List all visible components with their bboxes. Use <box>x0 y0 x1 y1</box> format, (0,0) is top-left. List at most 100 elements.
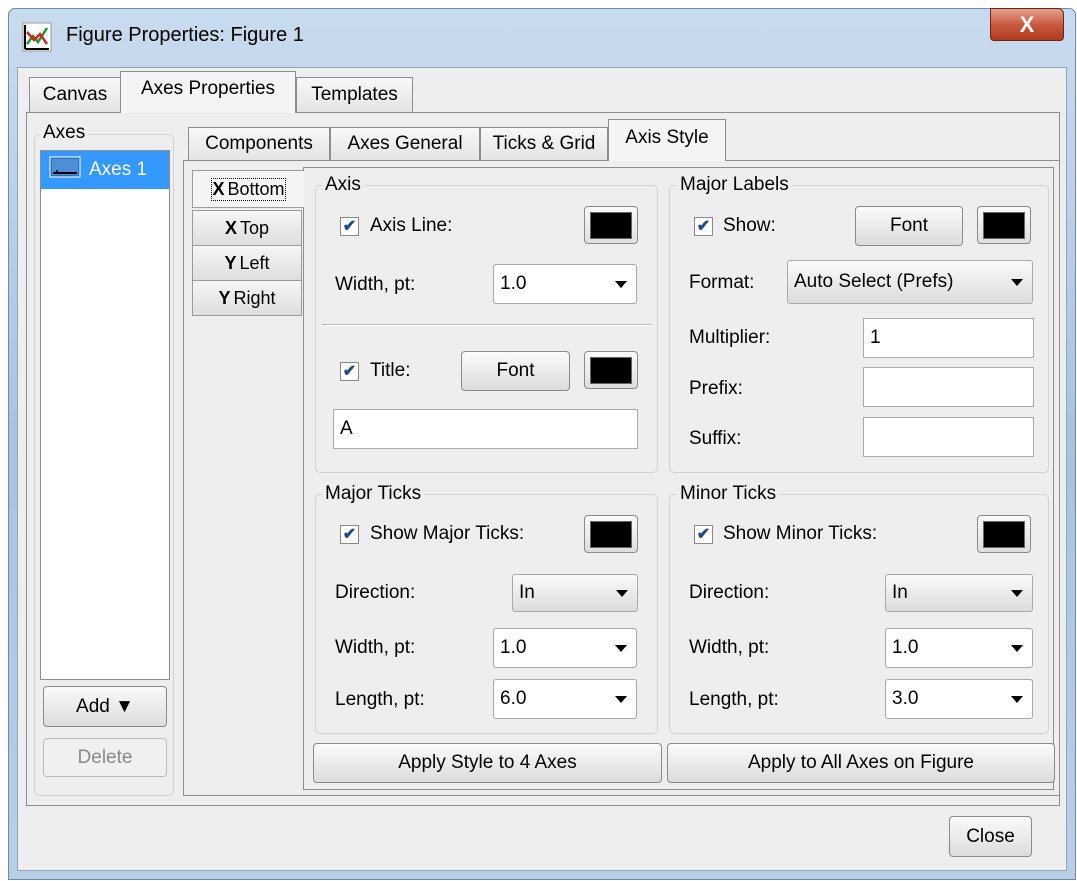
labels-color-button[interactable] <box>977 206 1031 244</box>
axis-width-label: Width, pt: <box>335 274 416 295</box>
side-tab-y-left[interactable]: Y Left <box>192 245 302 281</box>
title-color-button[interactable] <box>584 351 638 389</box>
window-title: Figure Properties: Figure 1 <box>66 24 304 46</box>
side-tab-y-right[interactable]: Y Right <box>192 280 302 316</box>
show-minor-ticks-label: Show Minor Ticks: <box>723 523 878 544</box>
axis-group-title: Axis <box>322 174 364 196</box>
delete-axes-label: Delete <box>77 746 133 768</box>
major-direction-select[interactable]: In <box>512 574 638 612</box>
suffix-input[interactable] <box>863 417 1034 457</box>
format-select[interactable]: Auto Select (Prefs) <box>787 260 1033 304</box>
window-close-button[interactable]: X <box>990 8 1064 41</box>
chevron-down-icon <box>1011 279 1023 286</box>
show-major-ticks-checkbox[interactable]: ✔ <box>340 525 359 544</box>
add-axes-label: Add ▼ <box>76 695 134 717</box>
apply-all-axes-label: Apply to All Axes on Figure <box>747 752 974 773</box>
tab-templates[interactable]: Templates <box>296 77 413 112</box>
apply-style-label: Apply Style to 4 Axes <box>398 752 577 773</box>
multiplier-label: Multiplier: <box>689 327 771 348</box>
title-font-label: Font <box>496 360 535 381</box>
axes-icon <box>49 156 81 184</box>
close-button[interactable]: Close <box>949 816 1032 857</box>
tab-components[interactable]: Components <box>188 127 330 160</box>
minor-ticks-color-button[interactable] <box>977 515 1031 553</box>
chevron-down-icon <box>1011 645 1023 652</box>
tab-axes-general-label: Axes General <box>347 133 463 154</box>
tab-templates-label: Templates <box>311 84 398 105</box>
side-tab-axis-letter: Y <box>218 287 231 308</box>
major-width-label: Width, pt: <box>335 637 416 658</box>
prefix-input[interactable] <box>863 367 1034 407</box>
axes-item-label: Axes 1 <box>89 159 148 180</box>
check-icon: ✔ <box>342 362 357 380</box>
major-ticks-title: Major Ticks <box>322 483 425 505</box>
title-input[interactable]: A <box>333 409 638 449</box>
axis-width-value: 1.0 <box>500 273 527 294</box>
apply-style-button[interactable]: Apply Style to 4 Axes <box>313 743 662 783</box>
tab-axes-properties[interactable]: Axes Properties <box>120 71 296 113</box>
tab-axis-style[interactable]: Axis Style <box>608 119 726 161</box>
tab-ticks-grid-label: Ticks & Grid <box>492 133 596 154</box>
major-direction-label: Direction: <box>335 582 416 603</box>
tab-components-label: Components <box>205 133 313 154</box>
color-swatch <box>590 520 632 548</box>
minor-width-select[interactable]: 1.0 <box>885 628 1033 668</box>
close-icon: X <box>1019 11 1035 37</box>
chevron-down-icon <box>1011 696 1023 703</box>
tab-axes-general[interactable]: Axes General <box>330 127 480 160</box>
major-length-select[interactable]: 6.0 <box>493 679 637 719</box>
axis-line-label: Axis Line: <box>370 215 453 236</box>
chevron-down-icon <box>615 281 627 288</box>
multiplier-input[interactable]: 1 <box>863 318 1034 358</box>
axis-line-color-button[interactable] <box>584 206 638 244</box>
side-tab-axis-letter: Y <box>224 252 237 273</box>
show-major-ticks-label: Show Major Ticks: <box>370 523 525 544</box>
minor-length-value: 3.0 <box>892 688 919 709</box>
tab-axis-style-label: Axis Style <box>625 126 709 148</box>
show-minor-ticks-checkbox[interactable]: ✔ <box>694 525 713 544</box>
check-icon: ✔ <box>342 217 357 235</box>
labels-font-button[interactable]: Font <box>855 206 963 246</box>
apply-all-axes-button[interactable]: Apply to All Axes on Figure <box>667 743 1055 783</box>
tab-axes-properties-label: Axes Properties <box>140 77 276 99</box>
axes-list[interactable] <box>40 150 170 680</box>
title-input-value: A <box>340 418 353 439</box>
format-label: Format: <box>689 272 755 293</box>
chevron-down-icon <box>615 696 627 703</box>
format-value: Auto Select (Prefs) <box>794 271 954 292</box>
tab-canvas[interactable]: Canvas <box>29 77 121 112</box>
major-direction-value: In <box>519 582 535 603</box>
delete-axes-button[interactable]: Delete <box>43 738 167 777</box>
check-icon: ✔ <box>342 525 357 543</box>
list-item[interactable]: Axes 1 <box>41 151 169 189</box>
minor-length-select[interactable]: 3.0 <box>885 679 1033 719</box>
title-font-button[interactable]: Font <box>461 351 570 391</box>
figure-chart-icon <box>22 22 52 52</box>
chevron-down-icon <box>616 590 628 597</box>
side-tab-label: Top <box>239 217 270 238</box>
major-length-value: 6.0 <box>500 688 527 709</box>
tab-ticks-grid[interactable]: Ticks & Grid <box>480 127 608 160</box>
tab-canvas-label: Canvas <box>42 84 108 105</box>
multiplier-value: 1 <box>870 327 881 348</box>
side-tab-label: Bottom <box>227 178 285 199</box>
title-checkbox[interactable]: ✔ <box>340 362 359 381</box>
chevron-down-icon <box>615 645 627 652</box>
show-labels-checkbox[interactable]: ✔ <box>694 217 713 236</box>
prefix-label: Prefix: <box>689 378 743 399</box>
major-width-select[interactable]: 1.0 <box>493 628 637 668</box>
labels-font-label: Font <box>889 215 929 236</box>
add-axes-button[interactable]: Add ▼ <box>43 686 167 727</box>
side-tab-axis-letter: X <box>224 217 237 238</box>
major-ticks-color-button[interactable] <box>584 515 638 553</box>
axis-width-select[interactable]: 1.0 <box>493 264 637 304</box>
minor-direction-select[interactable]: In <box>885 574 1033 612</box>
major-labels-title: Major Labels <box>677 174 792 196</box>
axis-line-checkbox[interactable]: ✔ <box>340 217 359 236</box>
color-swatch <box>590 211 632 239</box>
side-tab-x-top[interactable]: X Top <box>192 210 302 246</box>
side-tab-x-bottom[interactable]: X Bottom <box>192 170 304 208</box>
minor-width-label: Width, pt: <box>689 637 770 658</box>
divider <box>322 324 652 326</box>
title-label: Title: <box>370 360 411 381</box>
